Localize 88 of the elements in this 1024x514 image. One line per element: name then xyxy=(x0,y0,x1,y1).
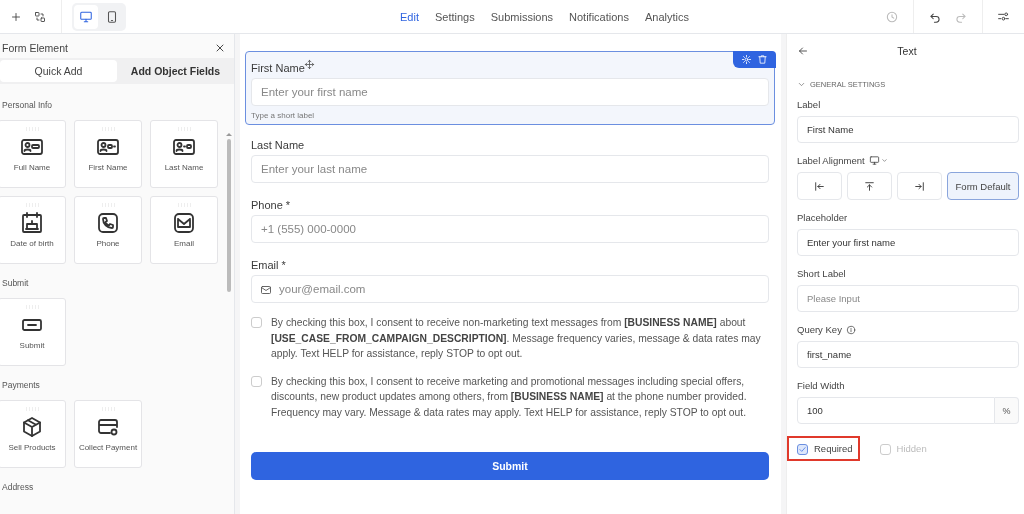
monitor-icon xyxy=(79,9,93,24)
clock-icon xyxy=(885,9,899,24)
form-field[interactable]: First Name Enter your first name Type a short label xyxy=(245,51,775,125)
chevron-down-icon xyxy=(797,80,806,89)
element-card[interactable]: Submit xyxy=(0,298,66,366)
mail-icon xyxy=(260,284,272,296)
element-card[interactable]: Email xyxy=(150,196,218,264)
unit-label: % xyxy=(995,397,1019,424)
settings-icon xyxy=(740,53,752,65)
nav-tab[interactable]: Submissions xyxy=(490,10,554,23)
checkbox[interactable] xyxy=(251,375,262,387)
grouped-shapes-icon xyxy=(34,10,46,23)
field-label: Email * xyxy=(251,259,286,271)
element-card[interactable]: Date of birth xyxy=(0,196,66,264)
number-field[interactable]: 100 xyxy=(797,397,995,424)
align-right-icon xyxy=(913,179,926,193)
element-card[interactable]: Collect Payment xyxy=(74,400,142,468)
check-icon xyxy=(798,445,807,454)
element-card[interactable]: Sell Products xyxy=(0,400,66,468)
panel-title: Form Element xyxy=(2,41,68,54)
text-field[interactable]: First Name xyxy=(797,116,1019,143)
desktop-view-button[interactable] xyxy=(74,4,98,29)
monitor-icon xyxy=(868,155,880,166)
nav-tab[interactable]: Settings xyxy=(434,10,475,23)
nav-tab[interactable]: Edit xyxy=(400,10,419,23)
device-dropdown[interactable] xyxy=(868,155,888,166)
field-label: First Name xyxy=(251,62,305,74)
text-field[interactable]: Enter your first name xyxy=(797,229,1019,256)
element-card[interactable]: Last Name xyxy=(150,120,218,188)
move-cursor-icon xyxy=(304,59,315,70)
section-heading: Address xyxy=(2,482,35,492)
field-label: Label Alignment xyxy=(797,155,865,166)
field-label: Last Name xyxy=(251,139,305,151)
back-button[interactable] xyxy=(797,45,809,57)
text-field[interactable]: Please Input xyxy=(797,285,1019,312)
element-card[interactable]: Phone xyxy=(74,196,142,264)
field-label: Short Label xyxy=(797,268,847,279)
section-heading: Personal Info xyxy=(2,100,54,110)
scrollbar-thumb[interactable] xyxy=(227,139,231,292)
info-icon xyxy=(845,324,856,335)
add-button[interactable] xyxy=(10,10,22,23)
nav-tab[interactable]: Notifications xyxy=(569,10,629,23)
input-field[interactable]: Enter your first name xyxy=(251,78,769,106)
submit-button[interactable]: Submit xyxy=(251,452,769,480)
checkbox[interactable] xyxy=(251,317,262,328)
form-field[interactable]: Phone * +1 (555) 000-0000 xyxy=(245,195,775,243)
checkbox[interactable] xyxy=(797,444,808,455)
back-arrow-icon xyxy=(797,45,809,57)
sliders-icon xyxy=(997,10,1010,23)
trash-icon xyxy=(756,53,768,65)
box-icon xyxy=(20,415,44,439)
nav-tab[interactable]: Analytics xyxy=(645,10,689,23)
chevron-down-icon xyxy=(880,157,888,164)
field-label: Placeholder xyxy=(797,212,849,223)
align-left-icon xyxy=(813,179,826,193)
section-heading: Payments xyxy=(2,380,41,390)
group-button[interactable] xyxy=(34,10,46,23)
form-field[interactable]: Email * your@email.com xyxy=(245,255,775,303)
cake-calendar-icon xyxy=(20,211,44,235)
panel-tab[interactable]: Quick Add xyxy=(0,60,117,82)
input-field[interactable]: +1 (555) 000-0000 xyxy=(251,215,769,243)
alignment-option[interactable]: Form Default xyxy=(947,172,1019,200)
settings-button[interactable] xyxy=(997,10,1010,23)
phone-device-icon xyxy=(105,9,119,24)
field-label: Phone * xyxy=(251,199,291,211)
field-label: Label xyxy=(797,99,822,110)
section-heading: Submit xyxy=(2,278,30,288)
form-field[interactable]: Last Name Enter your last name xyxy=(245,135,775,183)
element-card[interactable]: First Name xyxy=(74,120,142,188)
element-card[interactable]: Full Name xyxy=(0,120,66,188)
input-field[interactable]: your@email.com xyxy=(251,275,769,303)
panel-title: Text xyxy=(896,45,918,57)
text-field[interactable]: first_name xyxy=(797,341,1019,368)
field-label: Query Key xyxy=(797,324,842,335)
delete-button[interactable] xyxy=(756,53,768,65)
panel-tab[interactable]: Add Object Fields xyxy=(117,58,234,84)
checkbox-option[interactable]: Required xyxy=(787,436,860,461)
field-label: Field Width xyxy=(797,380,846,391)
envelope-icon xyxy=(172,211,196,235)
settings-button[interactable] xyxy=(740,53,752,65)
input-field[interactable]: Enter your last name xyxy=(251,155,769,183)
consent-text: By checking this box, I consent to receive marketing and promotional messages including special offers, discounts, new product updates among others, from [BUSINESS NAME] at the phone number provided. Frequency may vary. Message & data rates may apply. Text HELP for assistance, reply STOP to opt out. xyxy=(271,374,748,420)
align-top-icon xyxy=(863,179,876,193)
history-button[interactable] xyxy=(885,9,899,24)
phone-icon xyxy=(96,211,120,235)
field-hint: Type a short label xyxy=(251,111,316,120)
plus-icon xyxy=(10,10,22,23)
consent-text: By checking this box, I consent to receive non-marketing text messages from [BUSINESS NAME] about [USE_CASE_FROM_CAMPAIGN_DESCRIPTION]. Message frequency varies, message & data rates may apply. Text HELP for assistance, reply STOP to opt out. xyxy=(271,316,762,361)
